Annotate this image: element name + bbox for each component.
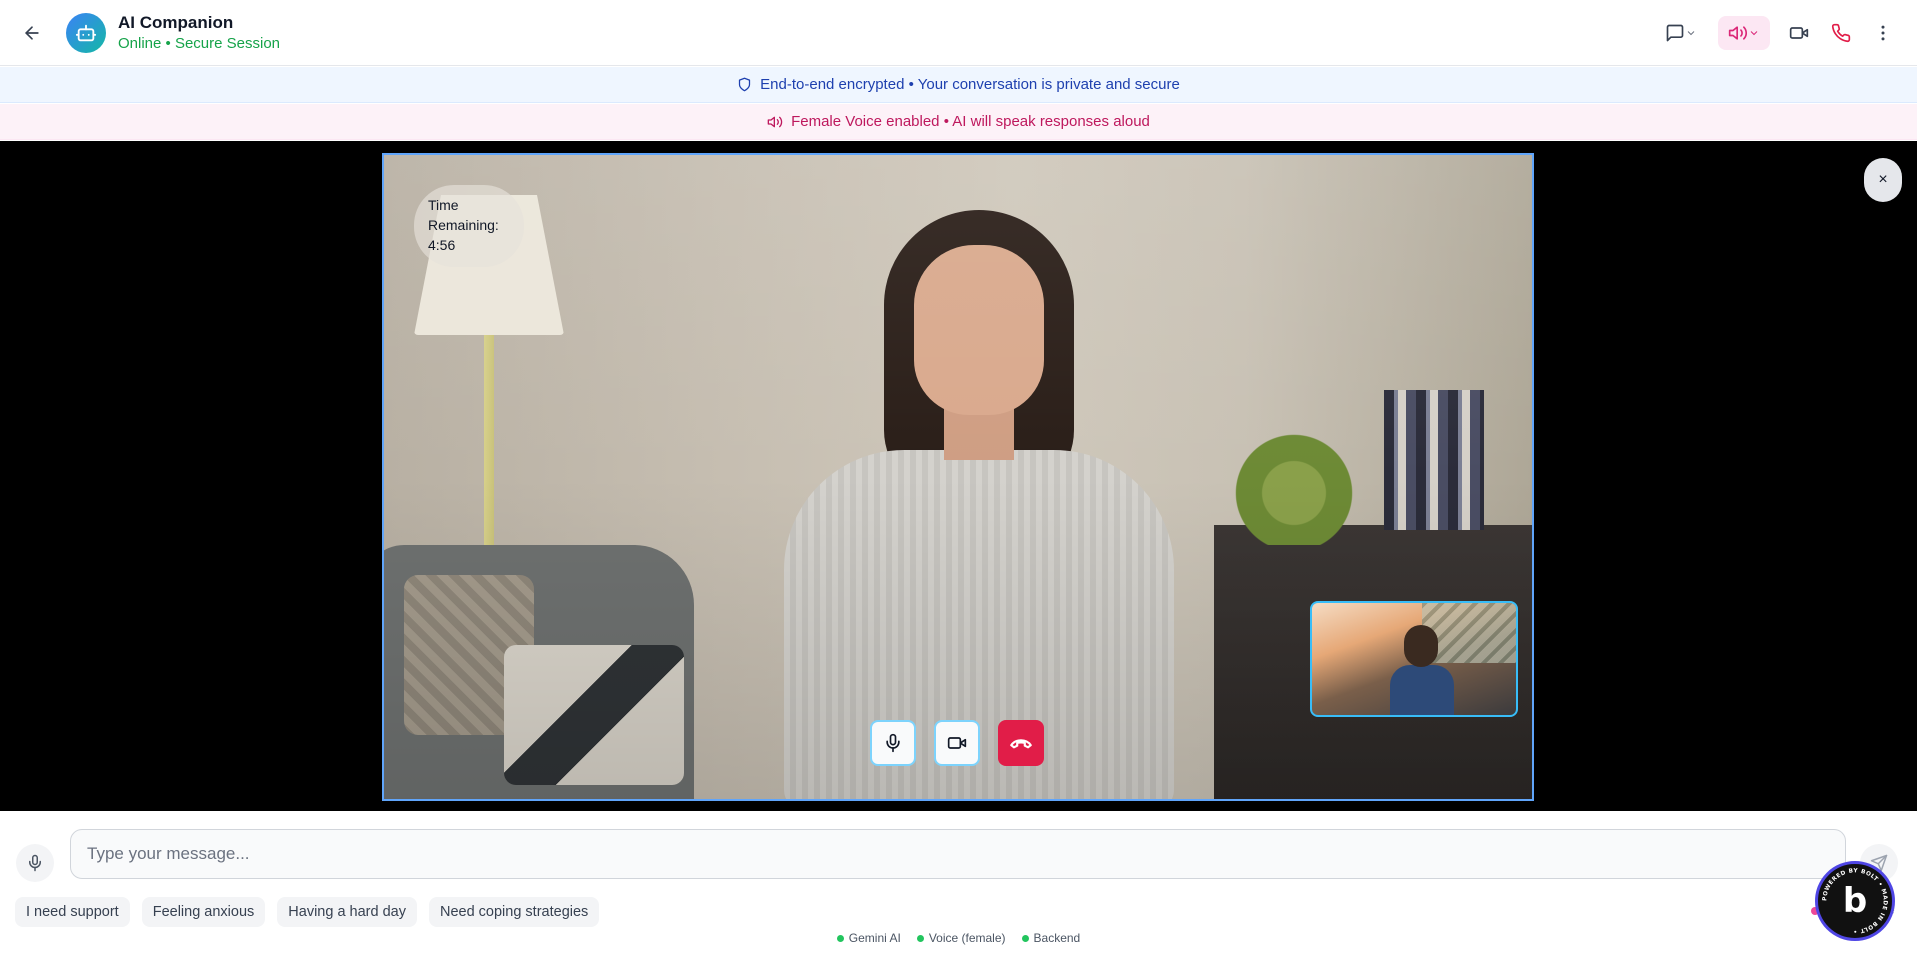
status-label: Voice (female) [928,931,1006,945]
video-call-button[interactable] [1782,16,1816,50]
pip-head [1404,625,1438,667]
time-label-line-1: Time [428,197,459,213]
status-label: Backend [1033,931,1081,945]
pip-person [1390,625,1454,715]
more-options-button[interactable] [1868,16,1898,50]
mute-mic-button[interactable] [870,720,916,766]
phone-icon [1831,23,1851,43]
status-backend: Backend [1021,931,1081,945]
chat-mode-button[interactable] [1660,16,1702,50]
service-status-row: Gemini AI Voice (female) Backend [0,931,1917,945]
pip-body [1390,665,1454,715]
arrow-left-icon [25,26,39,40]
status-dot [1021,934,1029,942]
status-gemini: Gemini AI [836,931,901,945]
bot-icon [75,24,97,42]
quick-reply-chip[interactable]: I need support [15,897,130,927]
self-video-preview[interactable] [1310,601,1518,717]
back-button[interactable] [18,19,46,47]
toggle-camera-button[interactable] [934,720,980,766]
status-dot [916,934,924,942]
mic-icon [886,733,900,753]
voice-banner: Female Voice enabled • AI will speak res… [0,104,1917,140]
quick-replies: I need support Feeling anxious Having a … [15,897,600,927]
end-call-button[interactable] [998,720,1044,766]
mic-icon [29,854,41,872]
status-dot [836,934,844,942]
more-vertical-icon [1881,25,1885,41]
video-icon [1789,27,1809,39]
chevron-down-icon [1687,31,1695,36]
message-square-icon [1666,24,1684,42]
voice-input-button[interactable] [16,844,54,882]
quick-reply-chip[interactable]: Need coping strategies [428,897,600,927]
bolt-badge[interactable]: POWERED BY BOLT • MADE IN BOLT • b [1815,861,1895,941]
video-icon [947,737,967,749]
chevron-down-icon [1750,31,1758,36]
quick-reply-chip[interactable]: Feeling anxious [141,897,266,927]
close-video-button[interactable]: × [1864,158,1902,202]
avatar [66,13,106,53]
online-status: Online • Secure Session [118,35,281,52]
time-value: 4:56 [428,237,456,253]
page-title: AI Companion [118,13,234,32]
status-voice: Voice (female) [916,931,1006,945]
time-remaining: Time Remaining: 4:56 [414,185,524,267]
status-label: Gemini AI [848,931,901,945]
time-label-line-2: Remaining: [428,217,499,233]
phone-off-icon [1010,739,1032,749]
video-call-area: Time Remaining: 4:56 × [0,141,1917,811]
badge-letter: b [1842,881,1868,921]
ai-video-feed: Time Remaining: 4:56 [382,153,1534,801]
volume-icon [767,116,783,127]
quick-reply-chip[interactable]: Having a hard day [277,897,417,927]
encryption-text: End-to-end encrypted • Your conversation… [760,76,1180,93]
shield-icon [739,77,751,92]
voice-text: Female Voice enabled • AI will speak res… [791,113,1150,130]
phone-call-button[interactable] [1824,16,1858,50]
voice-toggle-button[interactable] [1718,16,1770,50]
message-input[interactable] [70,829,1846,879]
app-header: AI Companion Online • Secure Session [0,0,1917,66]
encryption-banner: End-to-end encrypted • Your conversation… [0,67,1917,103]
volume-icon [1728,26,1748,40]
